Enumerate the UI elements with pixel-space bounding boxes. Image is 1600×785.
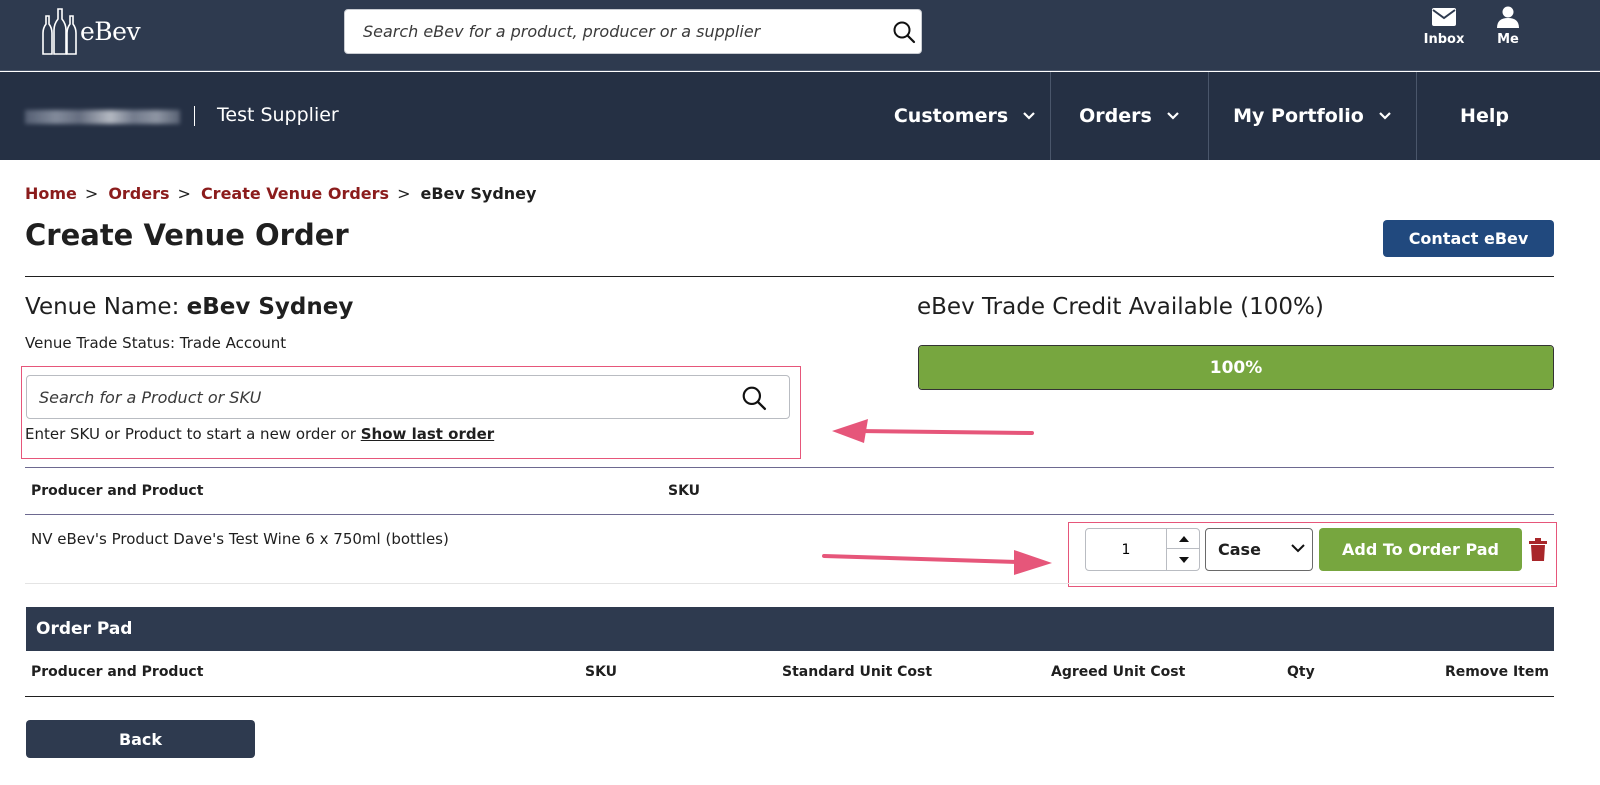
breadcrumb: Home > Orders > Create Venue Orders > eB… bbox=[25, 184, 536, 203]
caret-down-icon bbox=[1178, 556, 1189, 563]
global-search-input[interactable] bbox=[345, 10, 875, 53]
credit-progress-bar: 100% bbox=[918, 345, 1554, 390]
venue-name-label: Venue Name: bbox=[25, 294, 180, 320]
credit-progress-label: 100% bbox=[1209, 357, 1263, 378]
bottles-logo-icon bbox=[42, 8, 77, 55]
top-bar: eBev Inbox Me bbox=[0, 0, 1600, 71]
column-header-sku: SKU bbox=[585, 664, 618, 680]
chevron-down-icon bbox=[1023, 112, 1035, 120]
quantity-input[interactable] bbox=[1086, 529, 1166, 570]
search-icon[interactable] bbox=[892, 20, 916, 48]
delete-button[interactable] bbox=[1528, 538, 1548, 566]
column-header-qty: Qty bbox=[1287, 664, 1315, 680]
venue-name-value: eBev Sydney bbox=[186, 294, 354, 320]
search-hint: Enter SKU or Product to start a new orde… bbox=[25, 425, 494, 443]
user-name-redacted bbox=[25, 110, 180, 124]
nav-item-label: Orders bbox=[1079, 105, 1152, 127]
annotation-arrow-right-icon bbox=[822, 550, 1052, 575]
search-hint-text: Enter SKU or Product to start a new orde… bbox=[25, 425, 356, 443]
quantity-decrement-button[interactable] bbox=[1166, 549, 1200, 570]
nav-item-orders[interactable]: Orders bbox=[1050, 72, 1208, 160]
breadcrumb-separator: > bbox=[397, 184, 411, 203]
me-button[interactable]: Me bbox=[1478, 6, 1538, 47]
results-header-divider bbox=[25, 514, 1554, 515]
nav-item-label: Help bbox=[1460, 105, 1509, 127]
chevron-down-icon bbox=[1291, 544, 1305, 553]
envelope-icon bbox=[1432, 8, 1456, 26]
nav-item-label: My Portfolio bbox=[1233, 105, 1364, 127]
quantity-increment-button[interactable] bbox=[1166, 529, 1200, 549]
annotation-arrow-left-icon bbox=[832, 419, 1034, 443]
result-product-name: NV eBev's Product Dave's Test Wine 6 x 7… bbox=[31, 530, 449, 548]
nav-item-customers[interactable]: Customers bbox=[880, 72, 1050, 160]
me-label: Me bbox=[1497, 32, 1519, 47]
column-header-standard-unit-cost: Standard Unit Cost bbox=[782, 664, 933, 680]
order-pad-header: Order Pad bbox=[26, 607, 1554, 651]
order-pad-title: Order Pad bbox=[36, 619, 133, 639]
column-header-sku: SKU bbox=[668, 483, 701, 499]
user-icon bbox=[1497, 6, 1519, 28]
breadcrumb-home[interactable]: Home bbox=[25, 184, 77, 203]
quantity-stepper bbox=[1085, 528, 1200, 571]
column-header-product: Producer and Product bbox=[31, 483, 204, 499]
title-divider bbox=[25, 276, 1554, 277]
add-to-order-pad-button[interactable]: Add To Order Pad bbox=[1319, 528, 1522, 571]
column-header-remove-item: Remove Item bbox=[1445, 664, 1549, 680]
logo-text: eBev bbox=[80, 16, 141, 46]
back-button[interactable]: Back bbox=[26, 720, 255, 758]
chevron-down-icon bbox=[1167, 112, 1179, 120]
global-search bbox=[344, 9, 922, 54]
breadcrumb-current: eBev Sydney bbox=[420, 184, 537, 203]
credit-title: eBev Trade Credit Available (100%) bbox=[917, 294, 1324, 320]
order-pad-divider bbox=[25, 696, 1554, 697]
inbox-button[interactable]: Inbox bbox=[1414, 6, 1474, 47]
caret-up-icon bbox=[1178, 535, 1189, 542]
trash-icon bbox=[1529, 538, 1547, 561]
search-icon[interactable] bbox=[741, 385, 767, 415]
page-title: Create Venue Order bbox=[25, 218, 349, 252]
ebev-logo[interactable]: eBev bbox=[42, 6, 141, 56]
nav-item-label: Customers bbox=[893, 105, 1009, 127]
product-search bbox=[26, 375, 790, 419]
column-header-product: Producer and Product bbox=[31, 664, 204, 680]
nav-item-my-portfolio[interactable]: My Portfolio bbox=[1208, 72, 1416, 160]
unit-select[interactable]: Case bbox=[1205, 528, 1313, 571]
breadcrumb-create-venue-orders[interactable]: Create Venue Orders bbox=[201, 184, 389, 203]
inbox-label: Inbox bbox=[1423, 32, 1465, 47]
results-top-divider bbox=[25, 467, 1554, 468]
show-last-order-link[interactable]: Show last order bbox=[361, 425, 494, 443]
result-row-divider bbox=[25, 583, 1554, 584]
unit-select-value: Case bbox=[1218, 540, 1261, 559]
nav-divider bbox=[194, 106, 195, 126]
nav-item-help[interactable]: Help bbox=[1416, 72, 1552, 160]
venue-trade-status: Venue Trade Status: Trade Account bbox=[25, 334, 287, 352]
column-header-agreed-unit-cost: Agreed Unit Cost bbox=[1051, 664, 1186, 680]
chevron-down-icon bbox=[1379, 112, 1391, 120]
contact-ebev-button[interactable]: Contact eBev bbox=[1383, 220, 1554, 257]
breadcrumb-orders[interactable]: Orders bbox=[108, 184, 169, 203]
product-search-input[interactable] bbox=[27, 376, 727, 418]
supplier-name: Test Supplier bbox=[217, 104, 339, 126]
venue-name: Venue Name: eBev Sydney bbox=[25, 294, 353, 320]
breadcrumb-separator: > bbox=[177, 184, 191, 203]
breadcrumb-separator: > bbox=[84, 184, 99, 203]
